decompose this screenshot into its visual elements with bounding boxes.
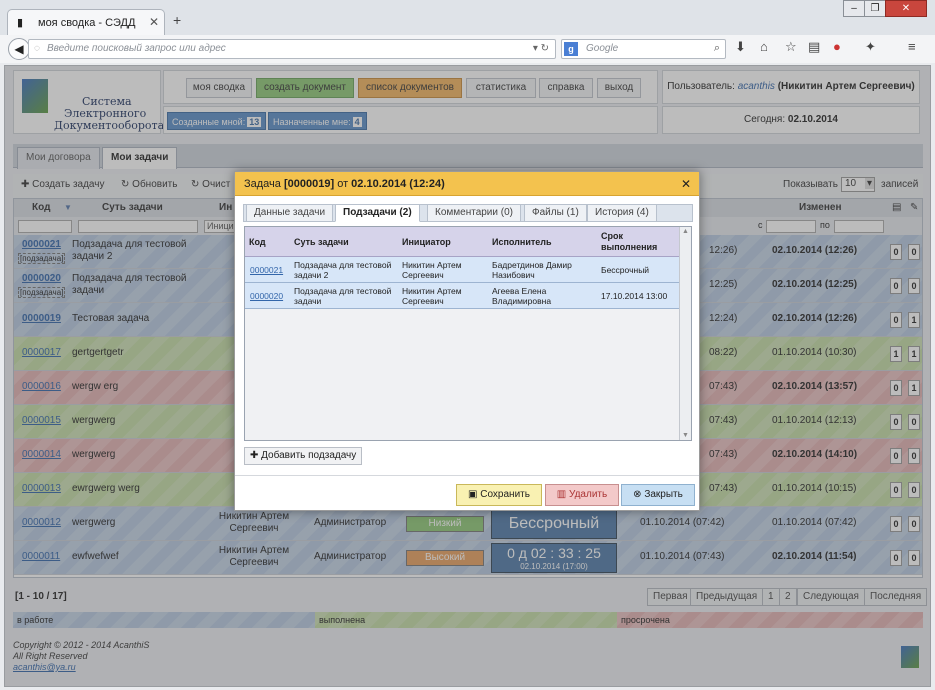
reload-icon[interactable]: ▾ ↻ [533, 43, 549, 54]
search-bar[interactable]: g Google ⌕ [561, 39, 726, 59]
col-subject[interactable]: Суть задачи [294, 237, 349, 247]
save-icon: ▣ [468, 489, 478, 500]
col-initiator[interactable]: Инициатор [402, 237, 451, 247]
search-placeholder: Google [586, 43, 619, 54]
nav-bar: ◀ ◌ Введите поисковый запрос или адрес ▾… [0, 35, 935, 63]
dialog-divider [235, 475, 699, 476]
tab-title: моя сводка - СЭДД [38, 17, 136, 29]
dialog-task-date: 02.10.2014 (12:24) [351, 178, 445, 190]
tab-comments[interactable]: Комментарии (0) [427, 204, 521, 222]
scroll-up-icon[interactable]: ▲ [682, 228, 689, 235]
dialog-header: Задача [0000019] от 02.10.2014 (12:24) ✕ [235, 172, 699, 196]
close-button[interactable]: ⊗ Закрыть [621, 484, 695, 506]
dialog-title-from: от [337, 178, 349, 190]
subtask-row[interactable]: 0000020 Подзадача для тестовой задачи Ни… [245, 283, 679, 309]
scroll-down-icon[interactable]: ▼ [682, 432, 689, 439]
subtasks-grid: Код Суть задачи Инициатор Исполнитель Ср… [244, 226, 692, 441]
trash-icon: ▥ [556, 489, 567, 500]
bookmarks-list-icon[interactable]: ▤ [808, 39, 820, 55]
google-icon: g [564, 42, 578, 56]
subtask-initiator: Никитин Артем Сергеевич [402, 260, 462, 280]
extension-icon[interactable]: ✦ [865, 39, 876, 55]
address-placeholder: Введите поисковый запрос или адрес [47, 43, 226, 54]
col-executor[interactable]: Исполнитель [492, 237, 552, 247]
subtask-subject: Подзадача для тестовой задачи 2 [294, 260, 392, 280]
subtask-executor: Агеева Елена Владимировна [492, 286, 552, 306]
dialog-task-code: [0000019] [283, 178, 335, 190]
close-tab-icon[interactable]: ✕ [149, 15, 159, 29]
grid-scrollbar[interactable]: ▲ ▼ [679, 227, 691, 440]
maximize-icon[interactable]: ❐ [864, 0, 886, 17]
page-icon: ▮ [17, 17, 24, 29]
subtasks-header: Код Суть задачи Инициатор Исполнитель Ср… [245, 227, 679, 257]
subtask-deadline: 17.10.2014 13:00 [601, 291, 668, 301]
subtask-executor: Бадретдинов Дамир Назибович [492, 260, 572, 280]
subtask-initiator: Никитин Артем Сергеевич [402, 286, 462, 306]
window-controls: – ❐ ✕ [843, 0, 927, 18]
globe-icon: ◌ [34, 43, 40, 54]
download-icon[interactable]: ⬇ [735, 39, 746, 55]
subtask-deadline: Бессрочный [601, 265, 650, 275]
tab-task-data[interactable]: Данные задачи [246, 204, 334, 222]
col-deadline[interactable]: Срок выполнения [601, 231, 671, 253]
search-icon[interactable]: ⌕ [714, 42, 720, 55]
subtask-row[interactable]: 0000021 Подзадача для тестовой задачи 2 … [245, 257, 679, 283]
minimize-icon[interactable]: – [843, 0, 865, 17]
subtask-subject: Подзадача для тестовой задачи [294, 286, 392, 306]
adblock-icon[interactable]: ● [833, 39, 841, 54]
save-button[interactable]: ▣ Сохранить [456, 484, 542, 506]
tab-files[interactable]: Файлы (1) [524, 204, 587, 222]
address-bar[interactable]: ◌ Введите поисковый запрос или адрес ▾ ↻ [28, 39, 556, 59]
dialog-tabs: Данные задачи Подзадачи (2) Комментарии … [243, 204, 693, 222]
dialog-close-icon[interactable]: ✕ [681, 172, 691, 196]
browser-chrome: ▮ моя сводка - СЭДД ✕ + – ❐ ✕ ◀ ◌ Введит… [0, 0, 935, 63]
close-icon: ⊗ [633, 489, 642, 500]
new-tab-icon[interactable]: + [173, 12, 181, 28]
subtask-code-link[interactable]: 0000020 [250, 291, 283, 301]
delete-button[interactable]: ▥ Удалить [545, 484, 619, 506]
col-code[interactable]: Код [249, 237, 266, 247]
subtask-code-link[interactable]: 0000021 [250, 265, 283, 275]
home-icon[interactable]: ⌂ [760, 39, 768, 54]
browser-tab[interactable]: ▮ моя сводка - СЭДД ✕ [7, 9, 165, 35]
add-subtask-button[interactable]: ✚ Добавить подзадачу [244, 447, 363, 465]
dialog-title-prefix: Задача [244, 178, 281, 190]
tab-subtasks[interactable]: Подзадачи (2) [335, 204, 420, 222]
close-window-icon[interactable]: ✕ [885, 0, 927, 17]
bookmark-star-icon[interactable]: ☆ [785, 39, 797, 55]
task-dialog: Задача [0000019] от 02.10.2014 (12:24) ✕… [234, 171, 700, 511]
back-icon[interactable]: ◀ [8, 38, 30, 60]
tab-history[interactable]: История (4) [587, 204, 657, 222]
menu-icon[interactable]: ≡ [908, 39, 916, 54]
